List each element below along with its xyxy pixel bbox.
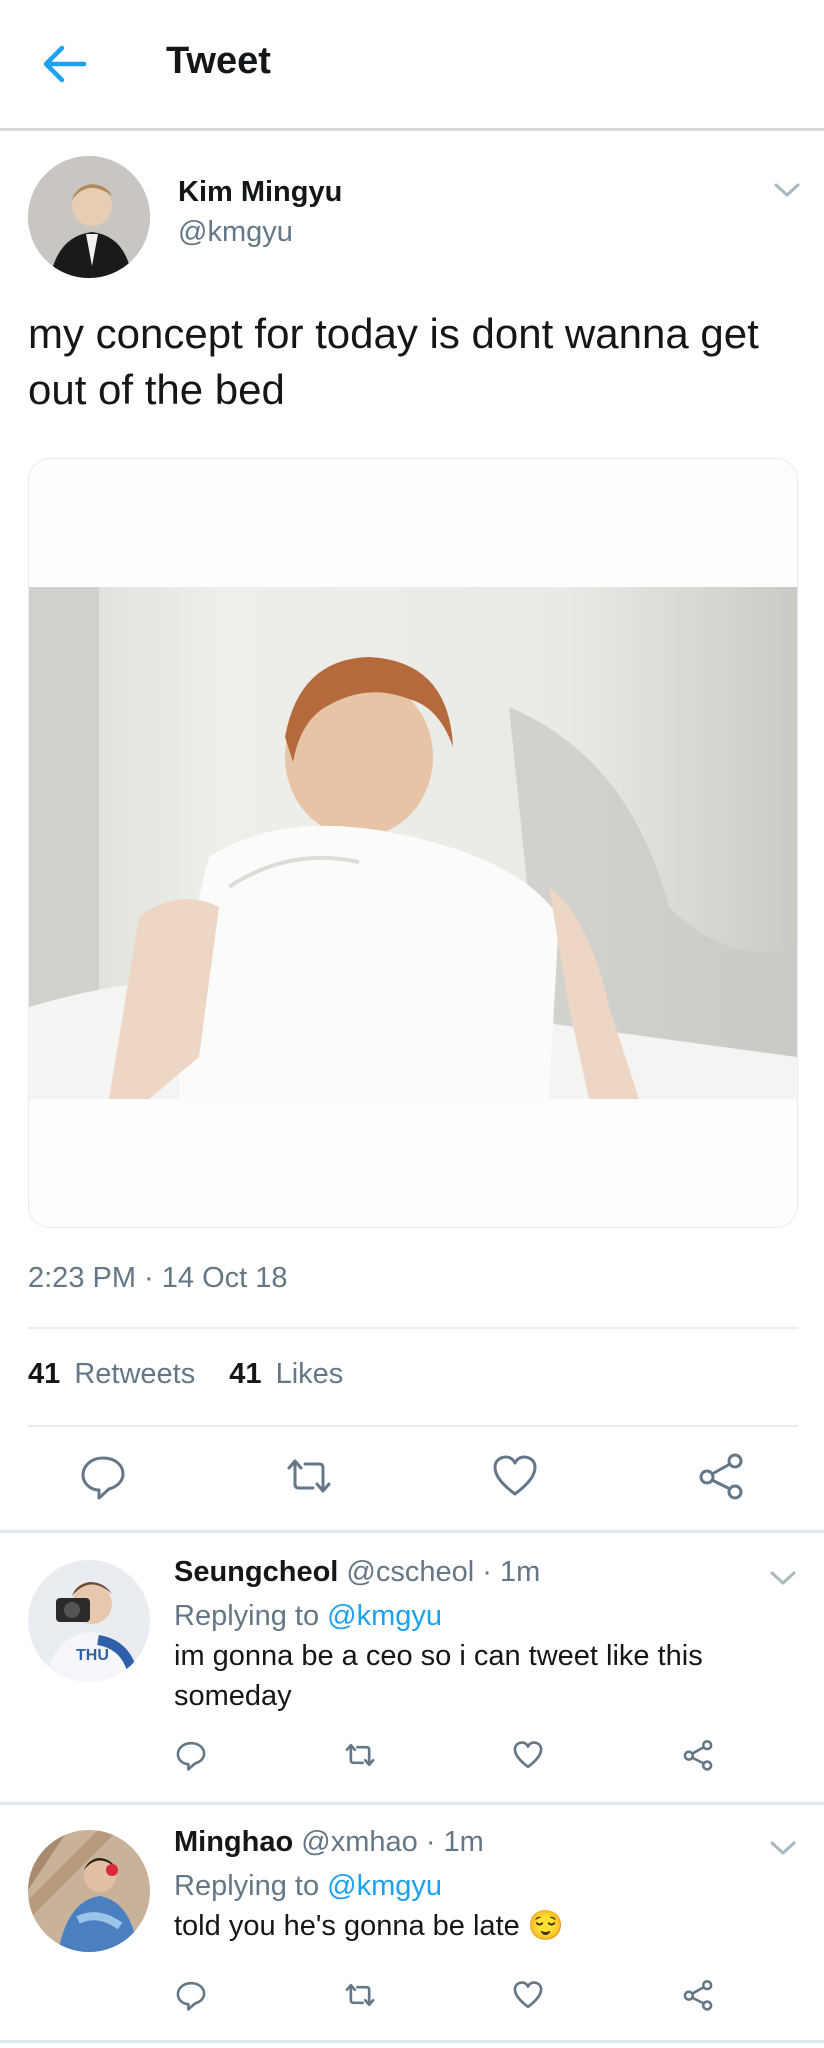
like-icon[interactable] [489,1450,541,1502]
replying-to-mention[interactable]: @kmgyu [327,1600,442,1632]
retweet-icon[interactable] [343,1978,377,2012]
replying-to-label: Replying to [174,1870,320,1902]
divider [0,1530,824,1533]
reply-author-handle[interactable]: @cscheol [346,1556,474,1588]
chevron-down-icon[interactable] [768,1838,798,1858]
replying-to: Replying to @kmgyu [174,1870,442,1903]
likes-count[interactable]: 41 [229,1358,261,1390]
retweet-icon[interactable] [343,1738,377,1772]
chevron-down-icon[interactable] [772,180,802,200]
page-title: Tweet [166,40,271,82]
reply-icon[interactable] [174,1738,208,1772]
tweet-photo[interactable] [29,587,797,1099]
chevron-down-icon[interactable] [768,1568,798,1588]
divider [0,1802,824,1805]
reply-header: Seungcheol @cscheol · 1m [174,1556,540,1589]
likes-label[interactable]: Likes [276,1358,344,1390]
like-icon[interactable] [511,1978,545,2012]
retweet-icon[interactable] [283,1450,335,1502]
replying-to: Replying to @kmgyu [174,1600,442,1633]
relieved-face-emoji: 😌 [527,1910,564,1942]
media-card[interactable] [28,458,798,1228]
reply-icon[interactable] [77,1450,129,1502]
reply-author-name[interactable]: Seungcheol [174,1556,338,1588]
reply-text-body: told you he's gonna be late [174,1910,520,1942]
reply-icon[interactable] [174,1978,208,2012]
avatar-image: THU [28,1560,150,1682]
share-icon[interactable] [695,1450,747,1502]
engagement-counts: 41 Retweets 41 Likes [28,1358,343,1391]
avatar-image [28,156,150,278]
share-icon[interactable] [681,1738,715,1772]
retweets-label[interactable]: Retweets [74,1358,195,1390]
reply-author-handle[interactable]: @xmhao [301,1826,417,1858]
reply-avatar[interactable] [28,1830,150,1952]
retweets-count[interactable]: 41 [28,1358,60,1390]
arrow-left-icon[interactable] [40,42,88,86]
replying-to-label: Replying to [174,1600,320,1632]
reply-time: · 1m [425,1826,484,1858]
divider [0,2040,824,2043]
divider [28,1327,798,1329]
reply-avatar[interactable]: THU [28,1560,150,1682]
divider [28,1425,798,1427]
author-avatar[interactable] [28,156,150,278]
reply-text: im gonna be a ceo so i can tweet like th… [174,1640,703,1712]
share-icon[interactable] [681,1978,715,2012]
like-icon[interactable] [511,1738,545,1772]
author-name[interactable]: Kim Mingyu [178,176,342,209]
top-bar: Tweet [0,0,824,131]
avatar-image [28,1830,150,1952]
reply-text: told you he's gonna be late 😌 [174,1906,774,1946]
reply-time: · 1m [482,1556,541,1588]
reply-author-name[interactable]: Minghao [174,1826,293,1858]
author-handle[interactable]: @kmgyu [178,216,293,249]
svg-text:THU: THU [76,1647,109,1664]
tweet-timestamp[interactable]: 2:23 PM · 14 Oct 18 [28,1262,288,1295]
tweet-text: my concept for today is dont wanna get o… [28,310,759,413]
reply-header: Minghao @xmhao · 1m [174,1826,484,1859]
replying-to-mention[interactable]: @kmgyu [327,1870,442,1902]
